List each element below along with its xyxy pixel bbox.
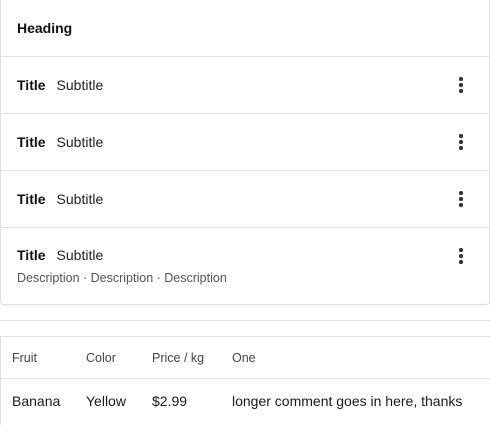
list-item-description: Description · Description · Description bbox=[17, 271, 227, 285]
table-row[interactable]: Banana Yellow $2.99 longer comment goes … bbox=[1, 378, 490, 424]
table-cell: $2.99 bbox=[152, 393, 188, 410]
more-vertical-icon[interactable] bbox=[453, 134, 469, 150]
list-item-subtitle: Subtitle bbox=[56, 247, 104, 263]
section-divider bbox=[0, 320, 490, 321]
list-item-subtitle: Subtitle bbox=[56, 134, 104, 150]
column-header-fruit[interactable]: Fruit bbox=[1, 337, 75, 379]
data-table: Fruit Color Price / kg One Banana Yellow… bbox=[0, 336, 490, 425]
more-vertical-icon[interactable] bbox=[453, 248, 469, 264]
list-item-title: Title bbox=[17, 134, 46, 150]
more-vertical-icon[interactable] bbox=[453, 191, 469, 207]
list-heading: Heading bbox=[1, 0, 489, 57]
more-vertical-icon[interactable] bbox=[453, 77, 469, 93]
column-header-color[interactable]: Color bbox=[75, 337, 141, 379]
table-cell: Banana bbox=[12, 393, 61, 410]
column-header-price[interactable]: Price / kg bbox=[141, 337, 221, 379]
list-item[interactable]: Title Subtitle bbox=[1, 171, 489, 228]
list-item-subtitle: Subtitle bbox=[56, 77, 104, 93]
list-item-title: Title bbox=[17, 77, 46, 93]
table-cell: longer comment goes in here, thanks bbox=[232, 393, 463, 410]
list-card: Heading Title Subtitle Title Subtitle Ti… bbox=[0, 0, 490, 305]
list-item[interactable]: Title Subtitle Description · Description… bbox=[1, 228, 489, 304]
table-header-row: Fruit Color Price / kg One bbox=[1, 337, 490, 379]
column-header-one[interactable]: One bbox=[221, 337, 490, 379]
list-item-subtitle: Subtitle bbox=[56, 191, 104, 207]
list-item[interactable]: Title Subtitle bbox=[1, 57, 489, 114]
list-item[interactable]: Title Subtitle bbox=[1, 114, 489, 171]
list-item-title: Title bbox=[17, 191, 46, 207]
list-item-title: Title bbox=[17, 247, 46, 263]
table-cell: Yellow bbox=[86, 393, 126, 410]
